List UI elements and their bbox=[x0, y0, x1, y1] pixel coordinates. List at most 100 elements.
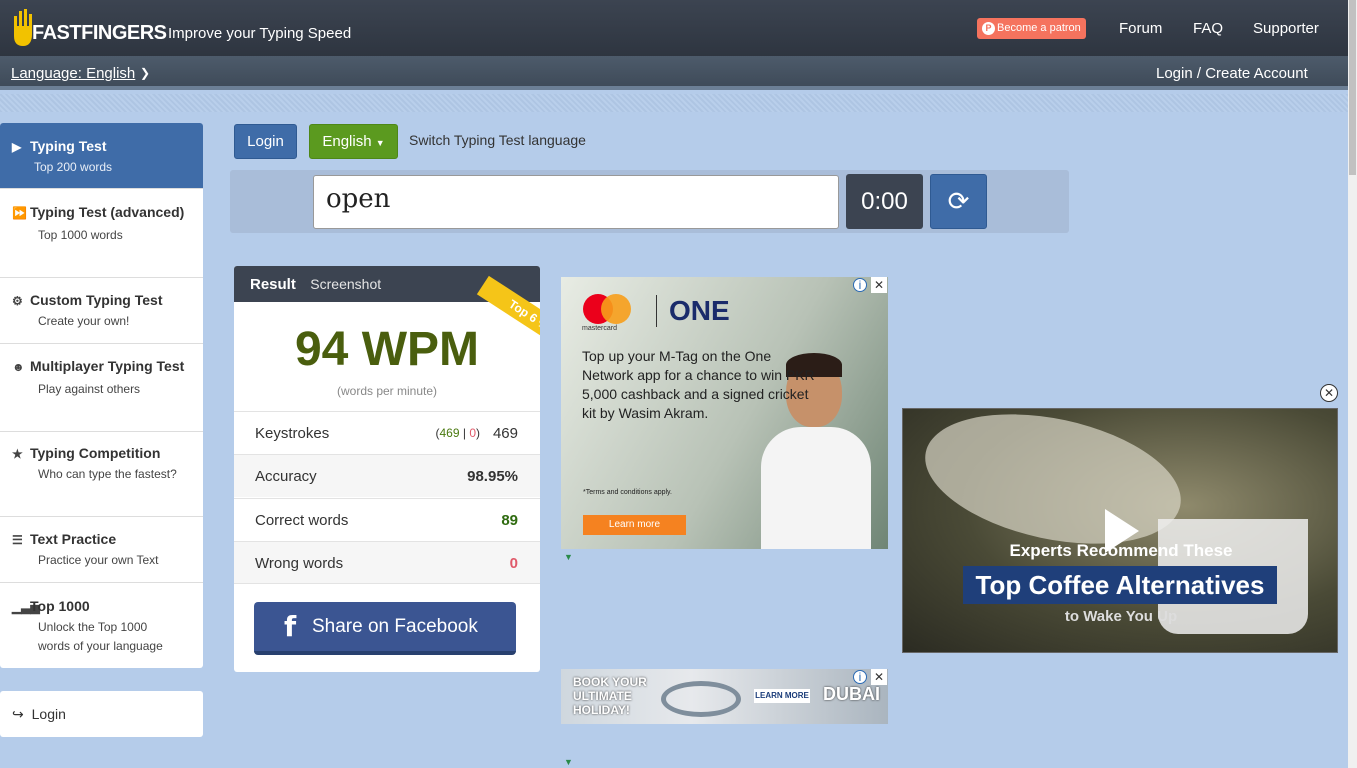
sidebar-item-title: Typing Competition bbox=[30, 445, 161, 461]
become-patron-button[interactable]: P Become a patron bbox=[977, 18, 1086, 39]
sidebar-item-custom-typing-test[interactable]: ⚙ Custom Typing Test Create your own! bbox=[0, 278, 203, 344]
ad-choices-icon[interactable]: ▼ bbox=[564, 757, 573, 767]
ad-close-icon[interactable]: ✕ bbox=[871, 277, 887, 293]
wrong-words-value: 0 bbox=[509, 555, 518, 572]
ad-copy: Top up your M-Tag on the One Network app… bbox=[582, 348, 815, 421]
video-ad-player[interactable]: Experts Recommend These Top Coffee Alter… bbox=[902, 408, 1338, 653]
close-video-icon[interactable]: ✕ bbox=[1320, 384, 1338, 402]
dubai-ad[interactable]: BOOK YOUR ULTIMATE HOLIDAY! LEARN MORE D… bbox=[561, 669, 888, 724]
ad-terms: *Terms and conditions apply. bbox=[583, 489, 672, 496]
ad-choices-icon[interactable]: ▼ bbox=[564, 552, 573, 562]
sidebar-item-title: Text Practice bbox=[30, 531, 117, 547]
nav-supporter[interactable]: Supporter bbox=[1253, 20, 1319, 37]
sidebar-item-sub: Who can type the fastest? bbox=[38, 467, 177, 481]
video-caption-2: Top Coffee Alternatives bbox=[963, 566, 1277, 604]
keystrokes-row: Keystrokes (469 | 0) 469 bbox=[234, 411, 540, 454]
keystrokes-total: 469 bbox=[492, 425, 518, 442]
refresh-icon: ⟳ bbox=[947, 186, 970, 216]
video-caption-3: to Wake You Up bbox=[1064, 608, 1178, 625]
accuracy-row: Accuracy 98.95% bbox=[234, 454, 540, 497]
scrollbar-thumb[interactable] bbox=[1349, 0, 1356, 175]
sidebar-item-sub: Create your own! bbox=[38, 314, 130, 328]
sidebar-item-multiplayer[interactable]: ☻ Multiplayer Typing Test Play against ot… bbox=[0, 344, 203, 432]
ad-info-icon[interactable]: i bbox=[853, 670, 867, 684]
wpm-subtitle: (words per minute) bbox=[336, 384, 438, 398]
sign-in-icon: ↪ bbox=[12, 706, 24, 722]
caret-down-icon: ▼ bbox=[375, 138, 385, 148]
patron-label: Become a patron bbox=[997, 22, 1081, 34]
mastercard-logo bbox=[583, 294, 631, 324]
correct-words-row: Correct words 89 bbox=[234, 498, 540, 541]
sidebar-item-sub: Unlock the Top 1000 words of your langua… bbox=[38, 620, 163, 653]
top-navbar: FASTFINGERS Improve your Typing Speed P … bbox=[0, 0, 1348, 56]
accuracy-label: Accuracy bbox=[255, 468, 317, 485]
patreon-icon: P bbox=[982, 22, 995, 35]
sidebar-item-text-practice[interactable]: ☰ Text Practice Practice your own Text bbox=[0, 517, 203, 583]
sidebar-item-title: Top 1000 bbox=[30, 598, 90, 614]
keystrokes-label: Keystrokes bbox=[255, 425, 330, 442]
result-panel: Result Screenshot Top 6 % 94 WPM (words … bbox=[234, 266, 540, 672]
mastercard-ad[interactable]: mastercard ONE Top up your M-Tag on the … bbox=[561, 277, 888, 549]
login-button[interactable]: Login bbox=[234, 124, 297, 159]
wrong-words-row: Wrong words 0 bbox=[234, 541, 540, 584]
share-facebook-label: Share on Facebook bbox=[312, 616, 478, 637]
login-create-account-link[interactable]: Login / Create Account bbox=[1156, 65, 1308, 82]
users-icon: ☻ bbox=[12, 360, 25, 374]
dubai-logo: DUBAI bbox=[823, 684, 880, 704]
sidebar-item-sub: Top 1000 words bbox=[38, 228, 123, 242]
ad-landmark-image bbox=[661, 681, 741, 717]
screenshot-tab[interactable]: Screenshot bbox=[310, 276, 381, 292]
trophy-icon: ★ bbox=[12, 447, 23, 461]
site-tagline: Improve your Typing Speed bbox=[168, 25, 352, 42]
ad-close-icon[interactable]: ✕ bbox=[871, 669, 887, 685]
sidebar-item-title: Multiplayer Typing Test bbox=[30, 358, 185, 374]
timer-display: 0:00 bbox=[846, 174, 923, 229]
language-dropdown[interactable]: Language: English bbox=[11, 65, 135, 82]
wpm-value: 94 WPM bbox=[294, 323, 480, 376]
sidebar-item-typing-test[interactable]: ▶ Typing Test Top 200 words bbox=[0, 123, 203, 189]
gears-icon: ⚙ bbox=[12, 294, 23, 308]
pattern-divider bbox=[0, 94, 1348, 112]
sidebar: ▶ Typing Test Top 200 words ⏩ Typing Test … bbox=[0, 123, 203, 668]
ad-info-icon[interactable]: i bbox=[853, 278, 867, 292]
switch-language-text: Switch Typing Test language bbox=[409, 132, 586, 148]
sidebar-item-top-1000[interactable]: ▁▃▅Top 1000 Unlock the Top 1000 words of… bbox=[0, 583, 203, 668]
sidebar-item-typing-competition[interactable]: ★ Typing Competition Who can type the fas… bbox=[0, 432, 203, 517]
sidebar-login[interactable]: ↪ Login bbox=[0, 691, 203, 737]
sidebar-item-sub: Top 200 words bbox=[34, 160, 113, 174]
file-icon: ☰ bbox=[12, 533, 23, 547]
correct-words-label: Correct words bbox=[255, 512, 349, 529]
video-caption-1: Experts Recommend These bbox=[1009, 541, 1233, 560]
keystrokes-correct: 469 bbox=[439, 426, 460, 440]
sidebar-item-typing-test-advanced[interactable]: ⏩ Typing Test (advanced) Top 1000 words bbox=[0, 189, 203, 278]
site-logo[interactable]: FASTFINGERS bbox=[10, 6, 167, 50]
language-select-label: English bbox=[322, 133, 372, 150]
correct-words-value: 89 bbox=[501, 512, 518, 529]
ad-learn-more-button[interactable]: Learn more bbox=[583, 515, 686, 535]
ad-headline: BOOK YOUR ULTIMATE HOLIDAY! bbox=[573, 675, 647, 717]
keystrokes-detail: (469 | 0) bbox=[435, 426, 480, 440]
nav-forum[interactable]: Forum bbox=[1119, 20, 1162, 37]
wrong-words-label: Wrong words bbox=[255, 555, 344, 572]
signal-icon: ▁▃▅ bbox=[12, 600, 40, 614]
fast-forward-icon: ⏩ bbox=[12, 206, 27, 220]
sidebar-item-title: Typing Test bbox=[30, 138, 107, 154]
nav-faq[interactable]: FAQ bbox=[1193, 20, 1223, 37]
sidebar-item-title: Typing Test (advanced) bbox=[30, 204, 185, 220]
play-icon: ▶ bbox=[12, 140, 22, 154]
chevron-down-icon[interactable]: ❯ bbox=[140, 66, 150, 80]
result-tab[interactable]: Result bbox=[250, 276, 296, 293]
sidebar-item-sub: Play against others bbox=[38, 382, 141, 396]
share-facebook-button[interactable]: f Share on Facebook bbox=[254, 602, 516, 655]
facebook-icon: f bbox=[284, 610, 297, 643]
language-select-button[interactable]: English ▼ bbox=[309, 124, 398, 159]
reload-button[interactable]: ⟳ bbox=[930, 174, 987, 229]
mastercard-label: mastercard bbox=[582, 325, 618, 332]
ad-learn-more-button[interactable]: LEARN MORE bbox=[754, 689, 810, 703]
accuracy-value: 98.95% bbox=[467, 468, 518, 485]
keystrokes-wrong: 0 bbox=[469, 426, 476, 440]
sidebar-item-sub: Practice your own Text bbox=[38, 553, 159, 567]
logo-wordmark: FASTFINGERS bbox=[32, 22, 167, 44]
typing-input[interactable]: open bbox=[313, 175, 839, 229]
sidebar-item-title: Custom Typing Test bbox=[30, 292, 163, 308]
